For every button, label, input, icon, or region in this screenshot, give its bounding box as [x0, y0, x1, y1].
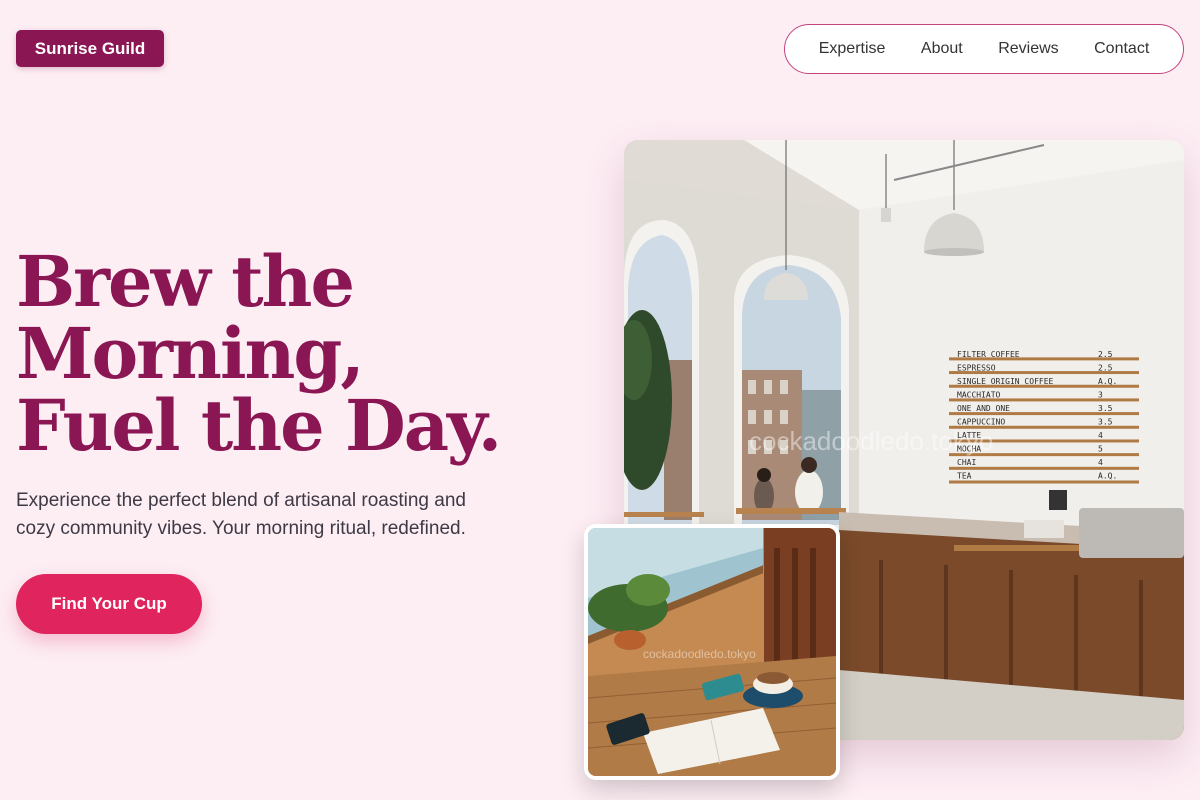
brand-name: Sunrise Guild [34, 38, 146, 58]
nav-item-contact[interactable]: Contact [1094, 40, 1149, 58]
menu-price: 4 [1098, 431, 1103, 440]
menu-price: 3.5 [1098, 418, 1113, 427]
nav-item-expertise[interactable]: Expertise [819, 40, 886, 58]
menu-item: ONE AND ONE [957, 404, 1010, 413]
headline-line-1: Brew the [16, 240, 355, 323]
subtext-line-2: cozy community vibes. Your morning ritua… [16, 518, 466, 539]
brand-logo[interactable]: Sunrise Guild [16, 30, 164, 67]
menu-item: CHAI [957, 458, 976, 467]
menu-plank [949, 480, 1139, 484]
hero-headline: Brew the Morning, Fuel the Day. [16, 246, 576, 462]
menu-price: 2.5 [1098, 364, 1113, 373]
menu-price: A.Q. [1098, 377, 1117, 386]
menu-price: 3.5 [1098, 404, 1113, 413]
menu-price: 5 [1098, 445, 1103, 454]
headline-line-3: Fuel the Day. [16, 384, 502, 467]
small-photo-watermark: cockadoodledo.tokyo [643, 647, 756, 661]
menu-item: MACCHIATO [957, 391, 1001, 400]
nav-item-about[interactable]: About [921, 40, 963, 58]
menu-item: ESPRESSO [957, 364, 996, 373]
menu-price: 2.5 [1098, 350, 1113, 359]
nav-item-reviews[interactable]: Reviews [998, 40, 1058, 58]
menu-item: FILTER COFFEE [957, 350, 1020, 359]
menu-plank [949, 466, 1139, 470]
menu-item: TEA [957, 472, 972, 481]
headline-line-2: Morning, [16, 312, 365, 395]
menu-price: A.Q. [1098, 472, 1117, 481]
cta-label: Find Your Cup [51, 594, 167, 613]
hero-subtext: Experience the perfect blend of artisana… [16, 487, 556, 543]
menu-price: 3 [1098, 391, 1103, 400]
menu-price: 4 [1098, 458, 1103, 467]
main-photo-watermark: cockadoodledo.tokyo [749, 426, 993, 456]
main-nav: Expertise About Reviews Contact [784, 24, 1184, 74]
subtext-line-1: Experience the perfect blend of artisana… [16, 490, 466, 511]
menu-item: SINGLE ORIGIN COFFEE [957, 377, 1054, 386]
coffee-table-photo: cockadoodledo.tokyo [584, 524, 840, 780]
find-your-cup-button[interactable]: Find Your Cup [16, 574, 202, 634]
